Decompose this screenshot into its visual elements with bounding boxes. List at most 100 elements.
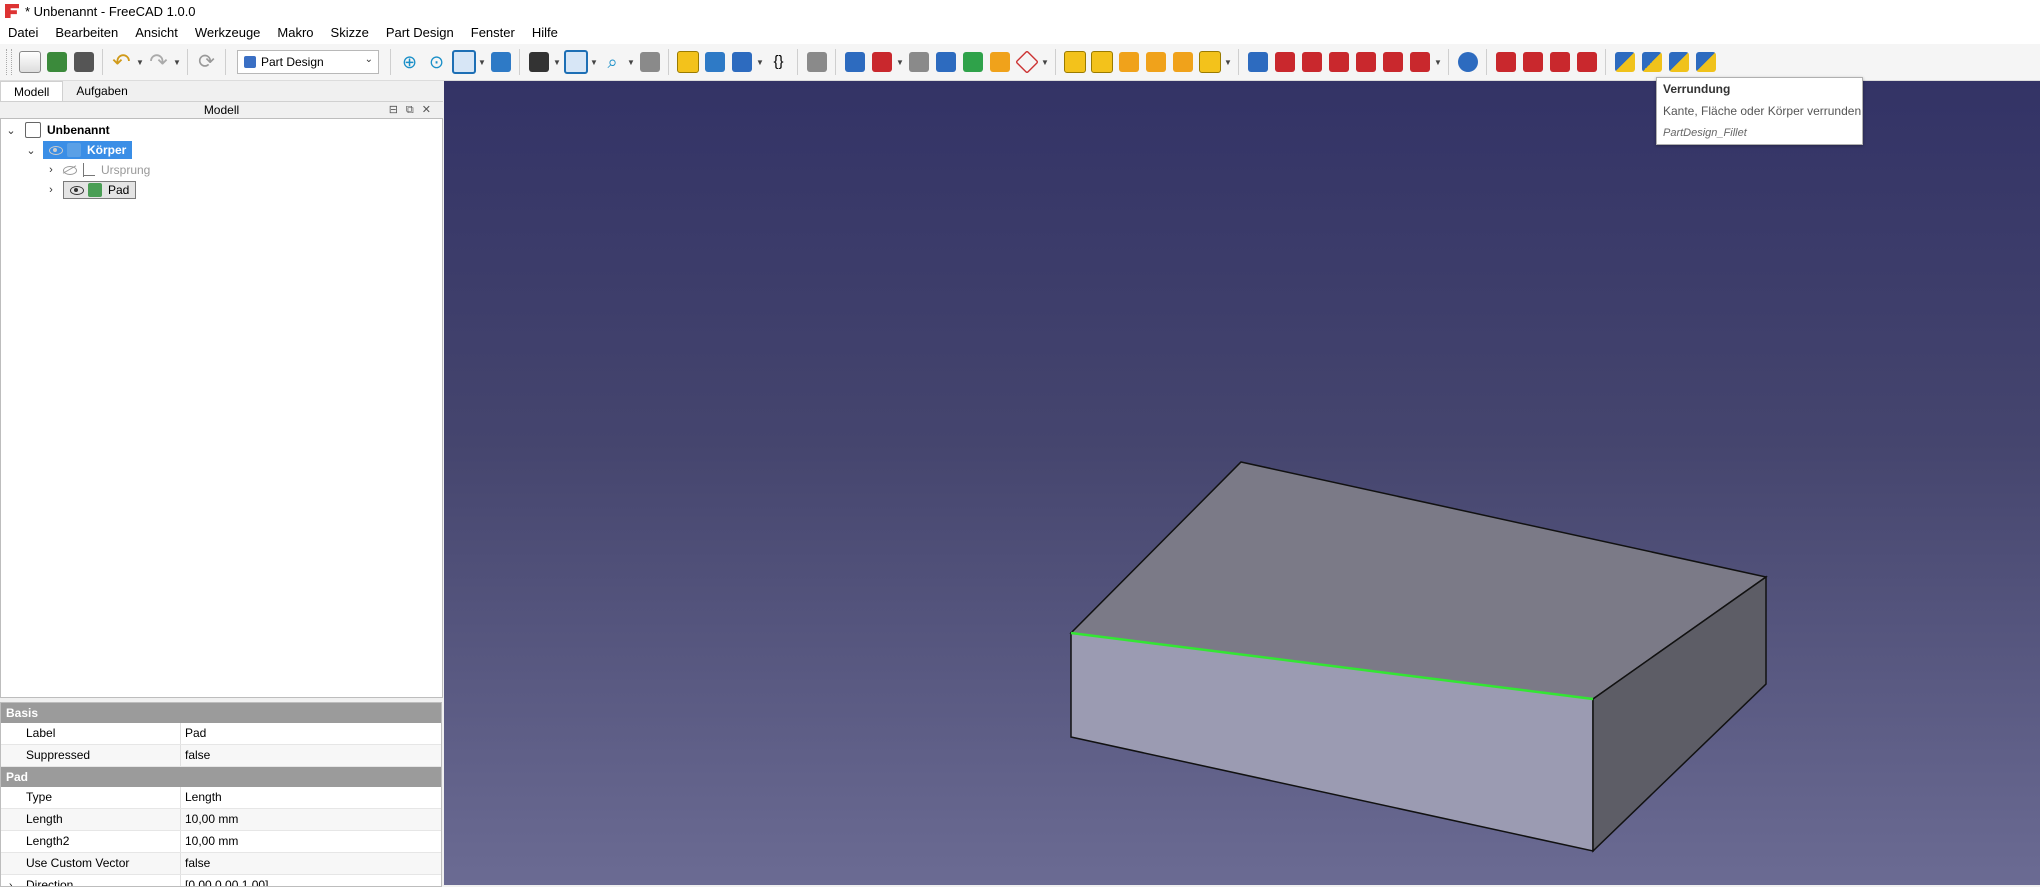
pad-selection[interactable]: Pad xyxy=(63,181,137,199)
revolution-button[interactable] xyxy=(1088,48,1115,76)
menu-werkzeuge[interactable]: Werkzeuge xyxy=(187,22,270,44)
subtractive-loft-button[interactable] xyxy=(1325,48,1352,76)
linear-pattern-button[interactable] xyxy=(1638,48,1665,76)
measure-distance-button[interactable] xyxy=(636,48,663,76)
zoom-dropdown[interactable]: ▼ xyxy=(626,48,636,76)
property-group-basis[interactable]: Basis xyxy=(1,703,441,723)
tree-item-body[interactable]: ⌄ Körper xyxy=(25,141,133,159)
menu-hilfe[interactable]: Hilfe xyxy=(524,22,567,44)
close-icon[interactable]: ✕ xyxy=(422,104,439,116)
redo-dropdown[interactable]: ▼ xyxy=(172,48,182,76)
subtractive-primitive-button[interactable] xyxy=(1406,48,1433,76)
body-selection[interactable]: Körper xyxy=(43,141,133,159)
pocket-button[interactable] xyxy=(1244,48,1271,76)
measure-button[interactable] xyxy=(487,48,514,76)
eye-icon[interactable] xyxy=(70,185,84,195)
dock-float-icon[interactable]: ⧉ xyxy=(406,104,422,116)
tree-item-pad[interactable]: › Pad xyxy=(45,181,137,199)
redo-button[interactable]: ↷ xyxy=(145,48,172,76)
refresh-button[interactable]: ⟳ xyxy=(193,48,220,76)
menu-skizze[interactable]: Skizze xyxy=(323,22,378,44)
draw-style-button[interactable] xyxy=(525,48,552,76)
menu-datei[interactable]: Datei xyxy=(0,22,47,44)
validate-sketch-button[interactable] xyxy=(905,48,932,76)
polar-pattern-button[interactable] xyxy=(1665,48,1692,76)
property-value[interactable]: Length xyxy=(181,787,222,808)
subtractive-pipe-button[interactable] xyxy=(1352,48,1379,76)
variable-set-button[interactable]: {} xyxy=(765,48,792,76)
property-group-pad[interactable]: Pad xyxy=(1,767,441,787)
undo-button[interactable]: ↶ xyxy=(108,48,135,76)
save-document-button[interactable] xyxy=(70,48,97,76)
property-row-length[interactable]: Length 10,00 mm xyxy=(1,809,441,831)
chevron-right-icon[interactable]: › xyxy=(9,875,12,886)
tree-item-document[interactable]: ⌄ Unbenannt xyxy=(5,121,110,139)
boolean-button[interactable] xyxy=(1454,48,1481,76)
collapse-icon[interactable]: ⌄ xyxy=(5,124,17,137)
draft-button[interactable] xyxy=(1546,48,1573,76)
chevron-right-icon[interactable]: › xyxy=(45,184,57,196)
tree-item-origin[interactable]: › Ursprung xyxy=(45,161,150,179)
hole-button[interactable] xyxy=(1271,48,1298,76)
shape-binder-button[interactable] xyxy=(959,48,986,76)
eye-icon[interactable] xyxy=(49,145,63,155)
create-link-button[interactable] xyxy=(728,48,755,76)
subtractive-primitive-dropdown[interactable]: ▼ xyxy=(1433,48,1443,76)
create-part-button[interactable] xyxy=(674,48,701,76)
whats-this-button[interactable] xyxy=(803,48,830,76)
clone-button[interactable] xyxy=(932,48,959,76)
subshape-binder-button[interactable] xyxy=(986,48,1013,76)
view-box-button[interactable] xyxy=(562,48,589,76)
view-box-dropdown[interactable]: ▼ xyxy=(589,48,599,76)
new-document-button[interactable] xyxy=(16,48,43,76)
tab-aufgaben[interactable]: Aufgaben xyxy=(63,81,140,101)
property-row-direction[interactable]: › Direction [0,00 0,00 1,00] xyxy=(1,875,441,886)
create-group-button[interactable] xyxy=(701,48,728,76)
eye-hidden-icon[interactable] xyxy=(63,165,77,175)
additive-primitive-dropdown[interactable]: ▼ xyxy=(1223,48,1233,76)
create-body-button[interactable] xyxy=(841,48,868,76)
property-value[interactable]: false xyxy=(181,853,210,874)
mirrored-button[interactable] xyxy=(1611,48,1638,76)
fit-all-button[interactable]: ⊕ xyxy=(396,48,423,76)
property-row-suppressed[interactable]: Suppressed false xyxy=(1,745,441,767)
property-row-use-custom-vector[interactable]: Use Custom Vector false xyxy=(1,853,441,875)
menu-bearbeiten[interactable]: Bearbeiten xyxy=(47,22,127,44)
open-document-button[interactable] xyxy=(43,48,70,76)
collapse-icon[interactable]: ⌄ xyxy=(25,144,37,157)
create-sketch-button[interactable] xyxy=(868,48,895,76)
additive-pipe-button[interactable] xyxy=(1142,48,1169,76)
pad-button[interactable] xyxy=(1061,48,1088,76)
undo-dropdown[interactable]: ▼ xyxy=(135,48,145,76)
thickness-button[interactable] xyxy=(1573,48,1600,76)
link-dropdown[interactable]: ▼ xyxy=(755,48,765,76)
view-dropdown[interactable]: ▼ xyxy=(477,48,487,76)
groove-button[interactable] xyxy=(1298,48,1325,76)
fit-selection-button[interactable]: ⊙ xyxy=(423,48,450,76)
menu-makro[interactable]: Makro xyxy=(269,22,322,44)
3d-viewport[interactable] xyxy=(444,81,2040,885)
menu-ansicht[interactable]: Ansicht xyxy=(127,22,187,44)
fillet-button[interactable] xyxy=(1492,48,1519,76)
multi-transform-button[interactable] xyxy=(1692,48,1719,76)
toolbar-handle[interactable] xyxy=(6,49,12,75)
additive-primitive-button[interactable] xyxy=(1196,48,1223,76)
property-row-type[interactable]: Type Length xyxy=(1,787,441,809)
workbench-selector[interactable]: Part Design ⌄ xyxy=(237,50,379,74)
chevron-right-icon[interactable]: › xyxy=(45,164,57,176)
view-isometric-button[interactable] xyxy=(450,48,477,76)
property-value[interactable]: 10,00 mm xyxy=(181,809,238,830)
additive-loft-button[interactable] xyxy=(1115,48,1142,76)
menu-part-design[interactable]: Part Design xyxy=(378,22,463,44)
property-row-label[interactable]: Label Pad xyxy=(1,723,441,745)
property-value[interactable]: [0,00 0,00 1,00] xyxy=(181,875,268,886)
tab-modell[interactable]: Modell xyxy=(0,81,64,101)
datum-dropdown[interactable]: ▼ xyxy=(1040,48,1050,76)
property-value[interactable]: false xyxy=(181,745,210,766)
sketch-dropdown[interactable]: ▼ xyxy=(895,48,905,76)
additive-helix-button[interactable] xyxy=(1169,48,1196,76)
subtractive-helix-button[interactable] xyxy=(1379,48,1406,76)
dock-restore-icon[interactable]: ⊟ xyxy=(389,104,406,116)
draw-style-dropdown[interactable]: ▼ xyxy=(552,48,562,76)
property-row-length2[interactable]: Length2 10,00 mm xyxy=(1,831,441,853)
